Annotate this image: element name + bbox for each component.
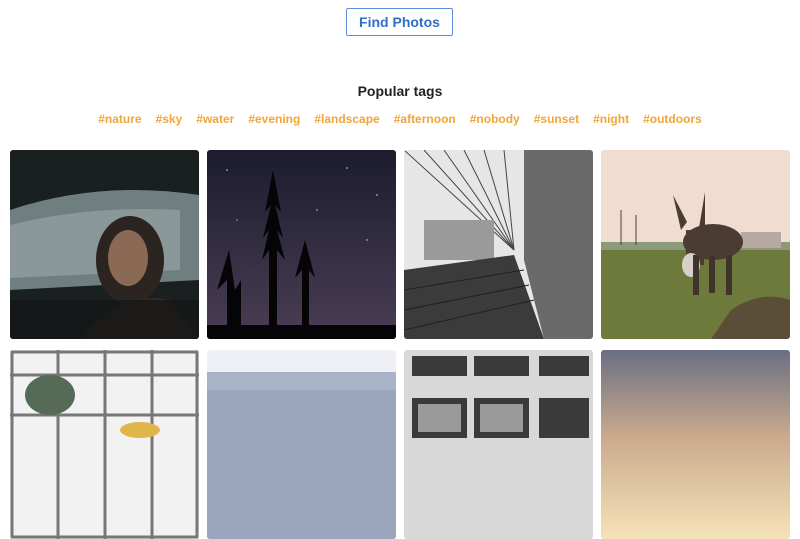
popular-tags-heading: Popular tags [357, 83, 443, 99]
photo-sea-horizon[interactable] [207, 350, 396, 539]
photo-building-windows-image [404, 350, 593, 539]
tag-water[interactable]: #water [196, 112, 234, 126]
photo-pine-night-image [207, 150, 396, 339]
photo-woman-in-car-image [10, 150, 199, 339]
photo-sunset-sky[interactable] [601, 350, 790, 539]
photo-pine-night[interactable] [207, 150, 396, 339]
photo-bridge-walkway[interactable] [404, 150, 593, 339]
popular-tags-list: #nature #sky #water #evening #landscape … [0, 112, 800, 126]
tag-sky[interactable]: #sky [156, 112, 183, 126]
photo-woman-in-car[interactable] [10, 150, 199, 339]
tag-landscape[interactable]: #landscape [314, 112, 379, 126]
tag-sunset[interactable]: #sunset [534, 112, 579, 126]
tag-outdoors[interactable]: #outdoors [643, 112, 702, 126]
photo-donkey-field[interactable] [601, 150, 790, 339]
tag-nature[interactable]: #nature [98, 112, 141, 126]
tag-night[interactable]: #night [593, 112, 629, 126]
photo-windows-image [10, 350, 199, 539]
tag-nobody[interactable]: #nobody [470, 112, 520, 126]
find-photos-button[interactable]: Find Photos [346, 8, 453, 36]
photo-bridge-walkway-image [404, 150, 593, 339]
photo-windows[interactable] [10, 350, 199, 539]
photo-sunset-sky-image [601, 350, 790, 539]
tag-evening[interactable]: #evening [248, 112, 300, 126]
photo-building-windows[interactable] [404, 350, 593, 539]
photo-donkey-field-image [601, 150, 790, 339]
photo-sea-horizon-image [207, 350, 396, 539]
tag-afternoon[interactable]: #afternoon [394, 112, 456, 126]
